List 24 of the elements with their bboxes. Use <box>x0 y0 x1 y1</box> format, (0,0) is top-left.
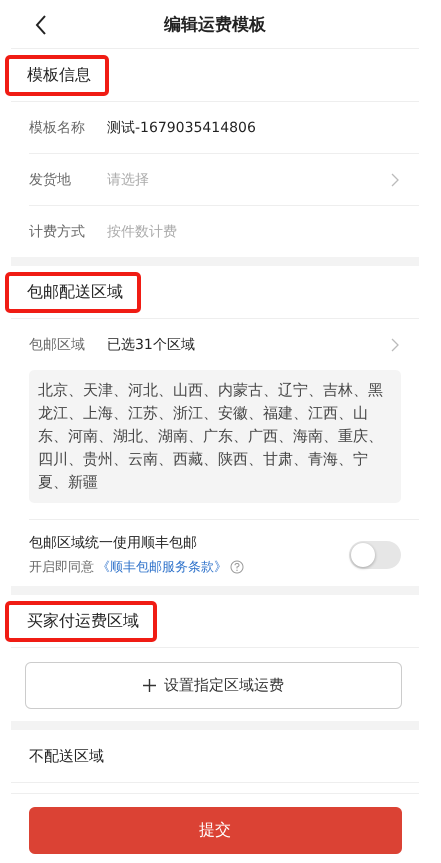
region-select[interactable]: 已选31个区域 <box>107 336 391 354</box>
plus-icon <box>143 679 156 692</box>
section-title: 不配送区域 <box>29 746 104 766</box>
field-label: 包邮区域 <box>29 336 86 354</box>
template-name-field[interactable]: 测试-1679035414806 <box>107 118 419 136</box>
chevron-right-icon <box>391 172 399 186</box>
submit-button[interactable]: 提交 <box>28 807 402 854</box>
section-title: 模板信息 <box>5 54 109 96</box>
section-title: 包邮配送区域 <box>5 272 141 312</box>
back-icon[interactable] <box>35 15 47 35</box>
chevron-right-icon <box>391 338 399 352</box>
toggle-switch[interactable] <box>349 541 401 569</box>
field-label: 发货地 <box>29 170 72 188</box>
region-list: 北京、天津、河北、山西、内蒙古、辽宁、吉林、黑龙江、上海、江苏、浙江、安徽、福建、江西、山东、河南、湖北、湖南、广东、广西、海南、重庆、四川、贵州、云南、西藏、陕西、甘肃、青海、宁夏、新疆 <box>29 370 401 503</box>
agree-text: 开启即同意 <box>29 559 94 576</box>
billing-method-value: 按件数计费 <box>107 222 178 240</box>
field-label: 模板名称 <box>29 118 86 136</box>
terms-link[interactable]: 《顺丰包邮服务条款》 <box>97 558 227 576</box>
section-title: 买家付运费区域 <box>5 600 157 642</box>
help-icon[interactable] <box>230 560 244 574</box>
toggle-label: 包邮区域统一使用顺丰包邮 <box>29 534 198 552</box>
add-region-button[interactable]: 设置指定区域运费 <box>25 662 402 709</box>
field-label: 计费方式 <box>29 222 86 240</box>
page-title: 编辑运费模板 <box>164 14 266 36</box>
